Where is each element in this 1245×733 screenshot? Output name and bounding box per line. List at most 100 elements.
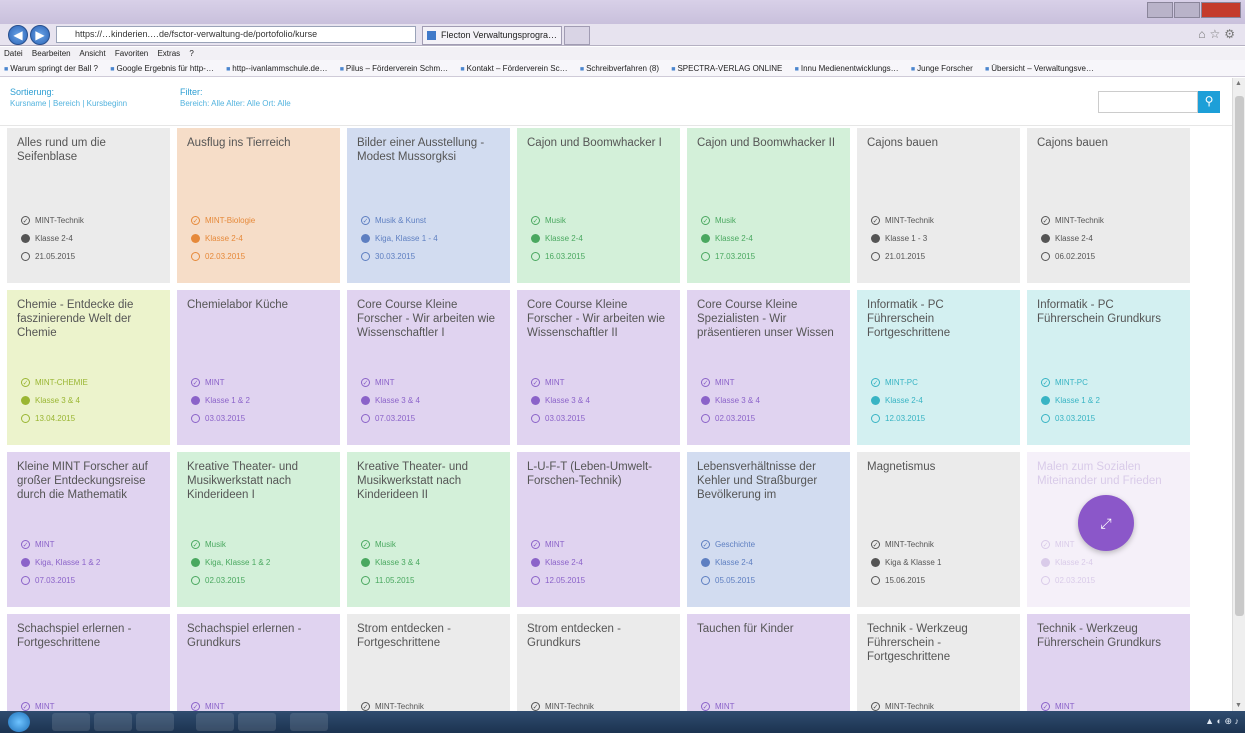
course-card[interactable]: Strom entdecken - Grundkurs ✓ MINT-Technik [517,614,680,711]
course-date: 03.03.2015 [205,414,246,423]
course-area-row: ✓ MINT [361,378,395,387]
course-card[interactable]: Kreative Theater- und Musikwerkstatt nac… [347,452,510,607]
course-card[interactable]: Technik - Werkzeug Führerschein Grundkur… [1027,614,1190,711]
check-badge-icon [1041,234,1050,243]
course-card[interactable]: Informatik - PC Führerschein Fortgeschri… [857,290,1020,445]
course-area: MINT-Technik [885,702,934,711]
course-card[interactable]: Cajons bauen ✓ MINT-Technik Klasse 1 - 3 21.… [857,128,1020,283]
check-badge-icon [191,558,200,567]
course-class-row: Klasse 3 & 4 [531,396,590,405]
menu-item-bearbeiten[interactable]: Bearbeiten [32,49,71,58]
course-class-row: Kiga, Klasse 1 & 2 [191,558,270,567]
search-input[interactable] [1098,91,1198,113]
maximize-button[interactable] [1174,2,1200,18]
check-badge-icon [871,396,880,405]
course-card[interactable]: Schachspiel erlernen - Grundkurs ✓ MINT [177,614,340,711]
browser-tools-icons[interactable]: ⌂☆⚙ [1198,27,1239,41]
course-card[interactable]: L-U-F-T (Leben-Umwelt-Forschen-Technik) ✓… [517,452,680,607]
system-tray[interactable]: ▲ ◐ ⊕ ♪ [1205,716,1239,727]
start-button[interactable] [8,712,30,732]
course-class: Klasse 2-4 [205,234,243,243]
check-circle-icon: ✓ [701,216,710,225]
course-date-row: 03.03.2015 [531,414,585,423]
close-button[interactable] [1201,2,1241,18]
forward-button[interactable]: ▶ [30,25,50,45]
expand-fab-button[interactable]: ⤢ [1078,495,1134,551]
tab-favicon [427,31,436,40]
course-area: Musik [375,540,396,549]
course-card[interactable]: Alles rund um die Seifenblase ✓ MINT-Techn… [7,128,170,283]
scroll-up-icon[interactable]: ▲ [1235,80,1242,87]
course-card[interactable]: Cajons bauen ✓ MINT-Technik Klasse 2-4 06.02… [1027,128,1190,283]
menu-item-ansicht[interactable]: Ansicht [79,49,105,58]
clock-icon [871,576,880,585]
menu-item-help[interactable]: ? [189,49,193,58]
menu-item-extras[interactable]: Extras [157,49,180,58]
filter-options[interactable]: Bereich: Alle Alter: Alle Ort: Alle [180,99,291,108]
course-card[interactable]: Core Course Kleine Forscher - Wir arbeit… [517,290,680,445]
course-card[interactable]: Lebensverhältnisse der Kehler und Straßb… [687,452,850,607]
course-card[interactable]: Strom entdecken - Fortgeschrittene ✓ MINT-… [347,614,510,711]
course-card[interactable]: Chemie - Entdecke die faszinierende Welt… [7,290,170,445]
course-card[interactable]: Cajon und Boomwhacker I ✓ Musik Klasse 2-4 1… [517,128,680,283]
course-date-row: 21.01.2015 [871,252,925,261]
favorite-link[interactable]: Pilus – Förderverein Schm… [340,64,449,73]
favorite-link[interactable]: Übersicht – Verwaltungsve… [985,64,1094,73]
favorite-link[interactable]: Innu Medienentwicklungs… [795,64,899,73]
clock-icon [871,252,880,261]
taskbar-app-explorer[interactable] [136,713,174,731]
course-area: MINT [35,702,55,711]
course-title: Alles rund um die Seifenblase [17,137,106,163]
favorite-link[interactable]: Kontakt – Förderverein Sc… [460,64,567,73]
course-title: Cajons bauen [867,137,938,149]
favorite-link[interactable]: Junge Forscher [911,64,973,73]
new-tab-button[interactable] [564,26,590,45]
favorite-link[interactable]: http--ivanlammschule.de… [226,64,327,73]
scroll-thumb[interactable] [1235,96,1244,616]
course-card[interactable]: Ausflug ins Tierreich ✓ MINT-Biologie Klass… [177,128,340,283]
course-title: Chemie - Entdecke die faszinierende Welt… [17,299,134,339]
favorite-link[interactable]: Schreibverfahren (8) [580,64,659,73]
menu-item-favoriten[interactable]: Favoriten [115,49,148,58]
menu-item-datei[interactable]: Datei [4,49,23,58]
taskbar-app-media[interactable] [94,713,132,731]
clock-icon [21,252,30,261]
clock-icon [1041,414,1050,423]
course-class-row: Klasse 2-4 [1041,558,1093,567]
course-card[interactable]: Technik - Werkzeug Führerschein - Fortge… [857,614,1020,711]
address-bar[interactable]: https://…kinderien.…de/fsctor-verwaltung… [56,26,416,43]
scroll-down-icon[interactable]: ▼ [1235,702,1242,709]
course-card[interactable]: Core Course Kleine Spezialisten - Wir pr… [687,290,850,445]
sort-options[interactable]: Kursname | Bereich | Kursbeginn [10,99,127,108]
favorite-link[interactable]: Warum springt der Ball ? [4,64,98,73]
course-card[interactable]: Informatik - PC Führerschein Grundkurs ✓ M… [1027,290,1190,445]
page-scrollbar[interactable]: ▲ ▼ [1232,78,1245,711]
course-card[interactable]: Magnetismus ✓ MINT-Technik Kiga & Klasse 1 1… [857,452,1020,607]
minimize-button[interactable] [1147,2,1173,18]
taskbar-app-media2[interactable] [290,713,328,731]
course-card[interactable]: Schachspiel erlernen - Fortgeschrittene ✓… [7,614,170,711]
course-card[interactable]: Cajon und Boomwhacker II ✓ Musik Klasse 2-4… [687,128,850,283]
course-date: 12.03.2015 [885,414,926,423]
taskbar-app-ie[interactable] [52,713,90,731]
course-card[interactable]: Chemielabor Küche ✓ MINT Klasse 1 & 2 03.03.… [177,290,340,445]
course-area: MINT-PC [1055,378,1088,387]
course-class-row: Klasse 2-4 [531,558,583,567]
clock-icon [21,414,30,423]
course-area: Geschichte [715,540,756,549]
course-card[interactable]: Tauchen für Kinder ✓ MINT [687,614,850,711]
course-card[interactable]: Kreative Theater- und Musikwerkstatt nac… [177,452,340,607]
course-card[interactable]: Core Course Kleine Forscher - Wir arbeit… [347,290,510,445]
favorite-link[interactable]: Google Ergebnis für http-… [110,64,214,73]
tab-active[interactable]: Flecton Verwaltungsprogra… [422,26,562,45]
check-circle-icon: ✓ [1041,702,1050,711]
favorite-link[interactable]: SPECTRA-VERLAG ONLINE [671,64,782,73]
back-button[interactable]: ◀ [8,25,28,45]
course-card[interactable]: Kleine MINT Forscher auf großer Entdecku… [7,452,170,607]
taskbar-app-pdf[interactable] [238,713,276,731]
course-area-row: ✓ MINT-Technik [871,216,934,225]
course-class: Klasse 2-4 [715,558,753,567]
search-button[interactable]: ⚲ [1198,91,1220,113]
taskbar-app-browser[interactable] [196,713,234,731]
course-card[interactable]: Bilder einer Ausstellung - Modest Mussor… [347,128,510,283]
